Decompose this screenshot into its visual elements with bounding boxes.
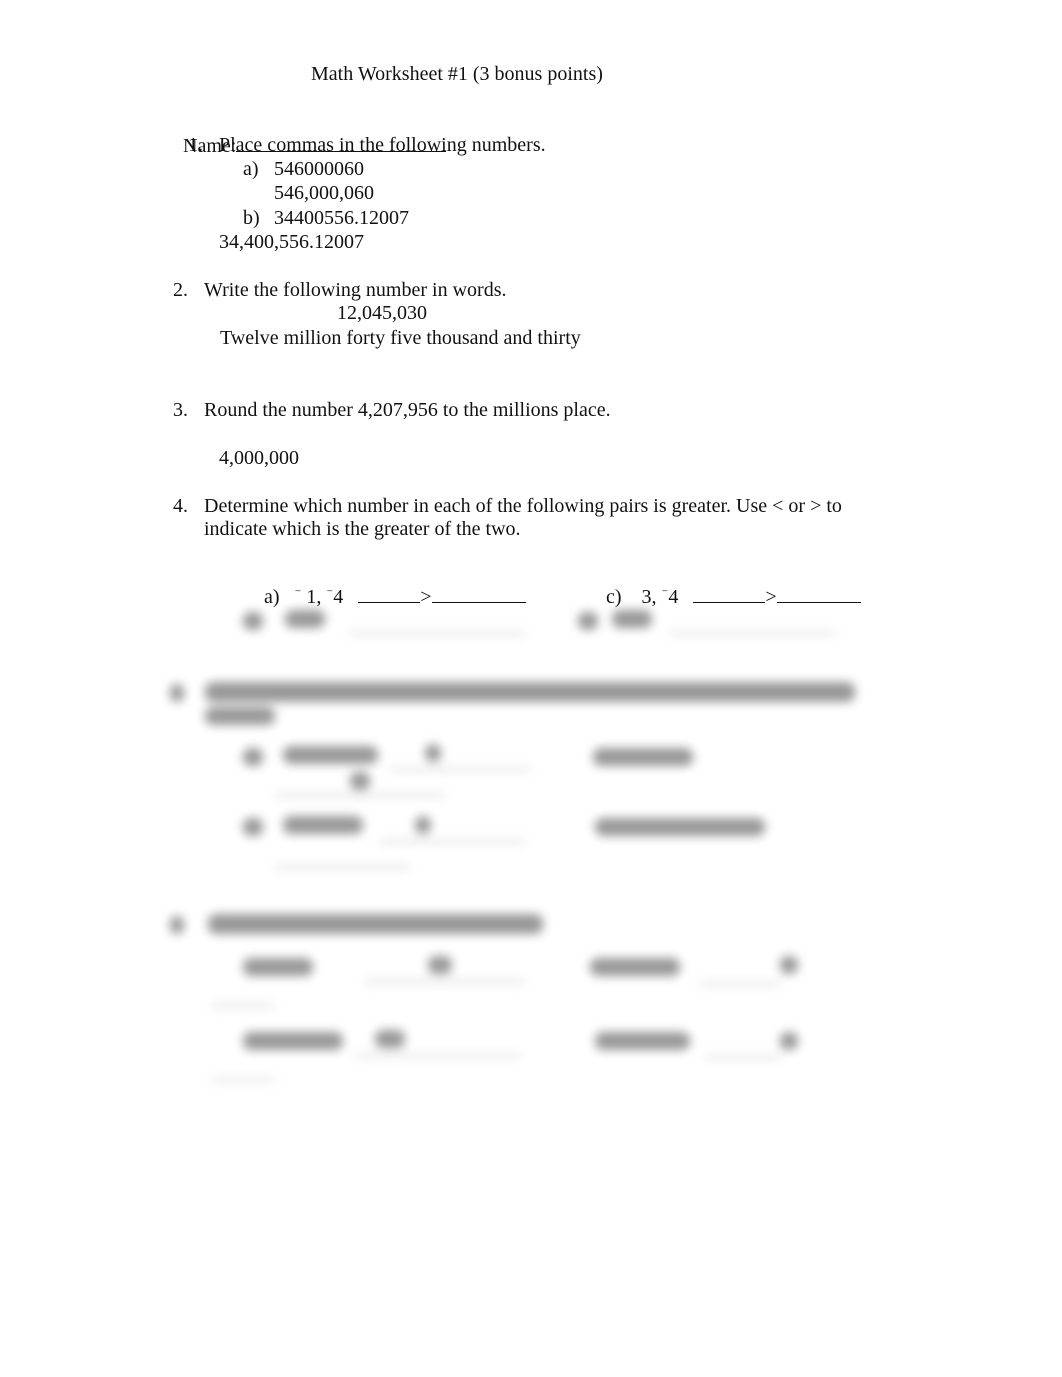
blurred-content-overlay xyxy=(0,0,1062,1377)
